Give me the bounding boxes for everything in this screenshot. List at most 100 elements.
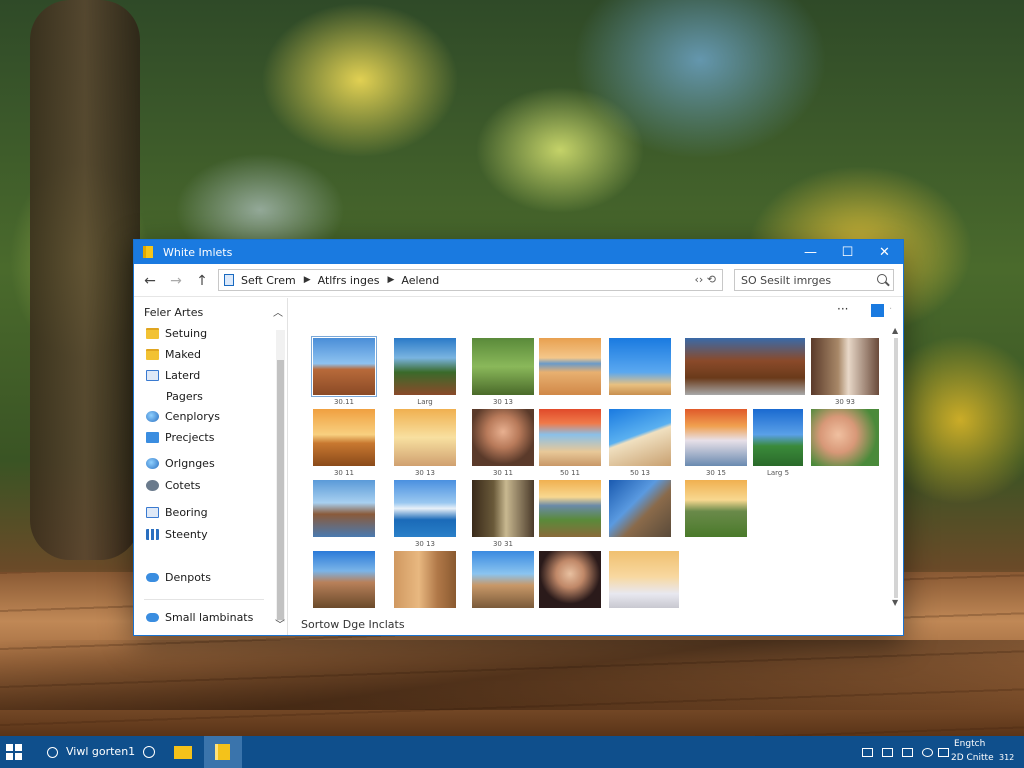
tray-clock[interactable]: 2D Cnitte bbox=[951, 753, 994, 763]
status-bar-text: Sortow Dge Inclats bbox=[301, 618, 405, 631]
scroll-up-icon[interactable]: ▲ bbox=[892, 326, 898, 335]
minimize-button[interactable]: — bbox=[792, 240, 829, 264]
sidebar-item-label: Steenty bbox=[165, 528, 208, 541]
cortana-icon[interactable] bbox=[47, 747, 58, 758]
up-button[interactable]: ↑ bbox=[192, 273, 212, 289]
task-view-icon[interactable] bbox=[143, 746, 155, 758]
photo-thumbnail[interactable] bbox=[394, 338, 456, 395]
sidebar-item-denpots[interactable]: Denpots bbox=[146, 571, 211, 584]
photo-thumbnail[interactable] bbox=[685, 409, 747, 466]
table-shadow bbox=[0, 640, 1024, 710]
photo-thumbnail[interactable] bbox=[609, 409, 671, 466]
taskbar: Viwl gorten1 bbox=[0, 736, 1024, 768]
sidebar-scrollbar[interactable] bbox=[276, 330, 285, 622]
photo-thumbnail[interactable] bbox=[394, 409, 456, 466]
photo-caption: 30 13 bbox=[414, 469, 436, 477]
photo-thumbnail[interactable] bbox=[753, 409, 803, 466]
chevron-down-icon[interactable]: ﹀ bbox=[275, 616, 285, 631]
photo-caption: Larg bbox=[417, 398, 433, 406]
view-bar: ··· · bbox=[289, 298, 903, 322]
more-options-button[interactable]: ··· bbox=[837, 302, 848, 316]
sidebar-item-label: Laterd bbox=[165, 369, 201, 382]
photo-thumbnail[interactable] bbox=[313, 480, 375, 537]
battery-icon[interactable] bbox=[882, 748, 893, 757]
photo-thumbnail[interactable] bbox=[472, 551, 534, 608]
sidebar-item-steenty[interactable]: Steenty bbox=[146, 528, 208, 541]
photo-caption: 30 13 bbox=[414, 540, 436, 548]
photo-thumbnail[interactable] bbox=[539, 551, 601, 608]
photo-caption: Larg 5 bbox=[766, 469, 790, 477]
sidebar-item-label: Beoring bbox=[165, 506, 208, 519]
photo-thumbnail[interactable] bbox=[394, 480, 456, 537]
photo-caption: 30 93 bbox=[834, 398, 856, 406]
forward-button[interactable]: → bbox=[166, 273, 186, 289]
maximize-button[interactable]: ☐ bbox=[829, 240, 866, 264]
photo-thumbnail[interactable] bbox=[609, 480, 671, 537]
photo-thumbnail[interactable] bbox=[685, 338, 805, 395]
photo-thumbnail[interactable] bbox=[539, 409, 601, 466]
search-input[interactable]: SO Sesilt imrges bbox=[734, 269, 894, 291]
sidebar-item-beoring[interactable]: Beoring bbox=[146, 506, 208, 519]
sidebar-scroll-thumb[interactable] bbox=[277, 360, 284, 620]
photo-thumbnail[interactable] bbox=[811, 338, 879, 395]
photo-thumbnail[interactable] bbox=[539, 480, 601, 537]
photo-thumbnail[interactable] bbox=[609, 551, 679, 608]
photo-thumbnail[interactable] bbox=[609, 338, 671, 395]
file-explorer-window: White Imlets — ☐ ✕ ← → ↑ Seft Crem ▶ Atl… bbox=[133, 239, 904, 636]
photo-thumbnail[interactable] bbox=[313, 551, 375, 608]
refresh-icon[interactable]: ‹› ⟲ bbox=[694, 273, 716, 286]
content-scrollbar[interactable]: ▲ ▼ bbox=[891, 326, 901, 611]
sidebar-item-pagers[interactable]: Pagers bbox=[166, 390, 203, 403]
view-toggle-button[interactable] bbox=[871, 304, 884, 317]
monitor-icon bbox=[146, 432, 159, 443]
sidebar-item-label: Precjects bbox=[165, 431, 215, 444]
volume-icon[interactable] bbox=[902, 748, 913, 757]
scroll-down-icon[interactable]: ▼ bbox=[892, 598, 898, 607]
photo-caption: 50 11 bbox=[559, 469, 581, 477]
sidebar-item-orlgnges[interactable]: Orlgnges bbox=[146, 457, 215, 470]
close-button[interactable]: ✕ bbox=[866, 240, 903, 264]
chevron-up-icon[interactable]: ︿ bbox=[273, 304, 283, 319]
sidebar-item-small-lambinats[interactable]: Small lambinats bbox=[146, 611, 253, 624]
photo-thumbnail[interactable] bbox=[472, 409, 534, 466]
address-bar[interactable]: Seft Crem ▶ Atlfrs inges ▶ Aelend ‹› ⟲ bbox=[218, 269, 723, 291]
photo-thumbnail[interactable] bbox=[685, 480, 747, 537]
notification-icon[interactable] bbox=[938, 748, 949, 757]
photo-thumbnail[interactable] bbox=[313, 409, 375, 466]
sidebar-item-cotets[interactable]: Cotets bbox=[146, 479, 201, 492]
sidebar-item-label: Setuing bbox=[165, 327, 208, 340]
search-icon bbox=[877, 274, 887, 284]
content-scroll-track[interactable] bbox=[894, 338, 898, 598]
sidebar-item-precjects[interactable]: Precjects bbox=[146, 431, 214, 444]
network-icon[interactable] bbox=[862, 748, 873, 757]
windows-start-button[interactable] bbox=[6, 744, 22, 760]
photo-thumbnail[interactable] bbox=[811, 409, 879, 466]
sidebar-item-laterd[interactable]: Laterd bbox=[146, 369, 200, 382]
mail-icon[interactable] bbox=[174, 746, 192, 759]
view-option-icon[interactable]: · bbox=[889, 304, 892, 315]
document-icon bbox=[146, 507, 159, 518]
language-indicator[interactable]: Engtch bbox=[954, 739, 985, 749]
window-controls: — ☐ ✕ bbox=[792, 240, 903, 264]
document-icon bbox=[146, 370, 159, 381]
back-button[interactable]: ← bbox=[140, 273, 160, 289]
photo-thumbnail[interactable] bbox=[311, 336, 377, 397]
breadcrumb-1[interactable]: Seft Crem bbox=[241, 274, 296, 287]
photo-thumbnail[interactable] bbox=[539, 338, 601, 395]
photo-thumbnail[interactable] bbox=[472, 480, 534, 537]
taskbar-explorer-button[interactable] bbox=[204, 736, 242, 768]
sidebar-item-maked[interactable]: Maked bbox=[146, 348, 201, 361]
folder-icon bbox=[146, 328, 159, 339]
sidebar-item-cenplorys[interactable]: Cenplorys bbox=[146, 410, 220, 423]
breadcrumb-3[interactable]: Aelend bbox=[401, 274, 439, 287]
tray-date[interactable]: 312 bbox=[999, 753, 1014, 762]
breadcrumb-2[interactable]: Atlfrs inges bbox=[318, 274, 380, 287]
photo-thumbnail[interactable] bbox=[394, 551, 456, 608]
title-bar[interactable]: White Imlets — ☐ ✕ bbox=[134, 240, 903, 264]
sidebar-item-setuing[interactable]: Setuing bbox=[146, 327, 207, 340]
taskbar-search-text[interactable]: Viwl gorten1 bbox=[66, 745, 135, 758]
cloud-sync-icon[interactable] bbox=[922, 748, 933, 757]
sidebar-item-label: Small lambinats bbox=[165, 611, 254, 624]
sidebar-item-label: Denpots bbox=[165, 571, 211, 584]
photo-thumbnail[interactable] bbox=[472, 338, 534, 395]
